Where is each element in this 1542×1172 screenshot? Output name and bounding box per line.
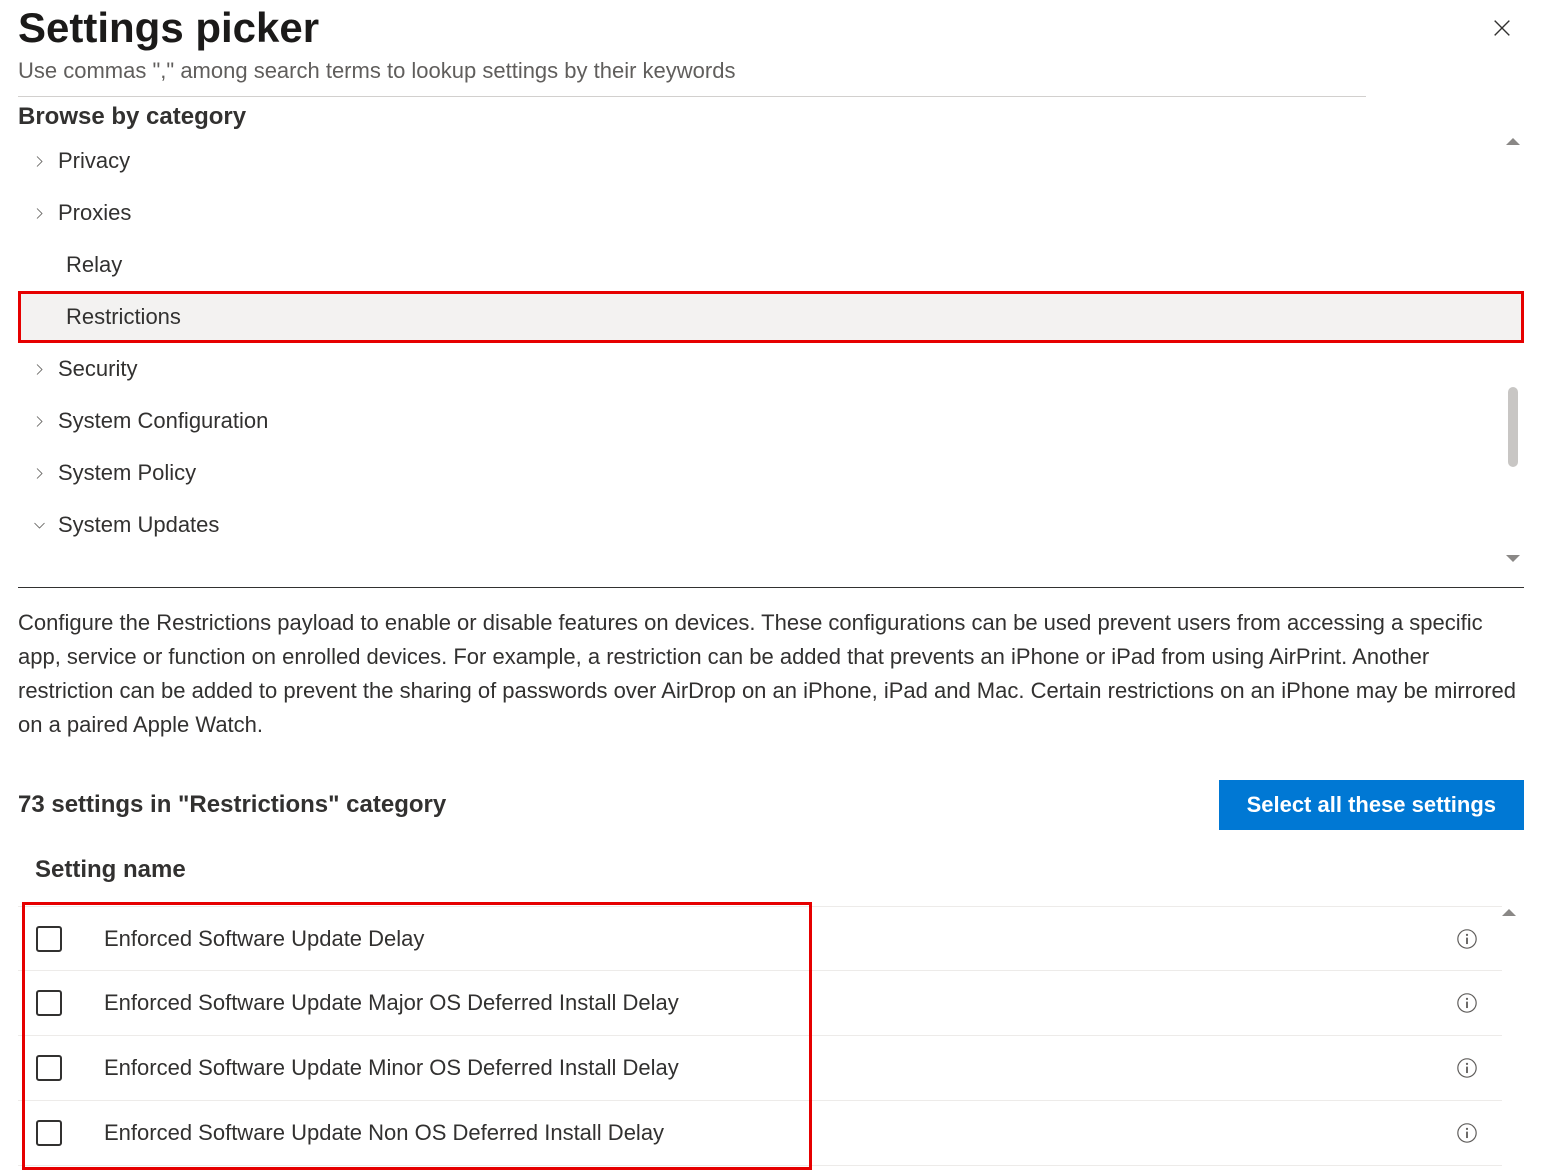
setting-checkbox[interactable] — [36, 1055, 62, 1081]
scroll-thumb[interactable] — [1508, 387, 1518, 467]
category-label: System Policy — [54, 460, 196, 486]
close-icon — [1491, 17, 1513, 39]
chevron-right-icon — [24, 154, 54, 169]
category-item-security[interactable]: Security — [18, 343, 1524, 395]
chevron-down-icon — [24, 518, 54, 533]
category-label: System Updates — [54, 512, 219, 538]
chevron-right-icon — [24, 466, 54, 481]
settings-action-bar: 73 settings in "Restrictions" category S… — [18, 780, 1524, 830]
category-description: Configure the Restrictions payload to en… — [18, 606, 1524, 742]
scroll-up-icon[interactable] — [1506, 138, 1520, 145]
category-item-system-configuration[interactable]: System Configuration — [18, 395, 1524, 447]
category-item-relay[interactable]: Relay — [18, 239, 1524, 291]
setting-name-column-header[interactable]: Setting name — [18, 856, 1524, 884]
chevron-right-icon — [24, 362, 54, 377]
setting-name-label: Enforced Software Update Delay — [104, 926, 424, 952]
select-all-button[interactable]: Select all these settings — [1219, 780, 1524, 830]
setting-name-label: Enforced Software Update Non OS Deferred… — [104, 1120, 664, 1146]
scroll-up-icon[interactable] — [1502, 909, 1516, 916]
setting-checkbox[interactable] — [36, 926, 62, 952]
chevron-right-icon — [24, 414, 54, 429]
page-title: Settings picker — [18, 4, 1524, 52]
category-label: Restrictions — [62, 304, 181, 330]
info-icon[interactable] — [1456, 992, 1478, 1014]
panel-header: Settings picker Use commas "," among sea… — [18, 0, 1524, 84]
section-divider — [18, 587, 1524, 588]
info-icon[interactable] — [1456, 1057, 1478, 1079]
setting-row[interactable]: Enforced Software Update Delay — [18, 906, 1502, 971]
header-divider — [18, 96, 1366, 97]
category-item-system-updates[interactable]: System Updates — [18, 499, 1524, 551]
settings-list: Enforced Software Update Delay Enforced S… — [18, 906, 1524, 1166]
category-label: System Configuration — [54, 408, 268, 434]
category-item-restrictions[interactable]: Restrictions — [18, 291, 1524, 343]
close-button[interactable] — [1484, 10, 1520, 46]
scroll-down-icon[interactable] — [1506, 555, 1520, 562]
category-tree: Privacy Proxies Relay Restrictions Security S… — [18, 135, 1524, 565]
category-scrollbar[interactable] — [1502, 135, 1524, 565]
chevron-right-icon — [24, 206, 54, 221]
category-item-system-policy[interactable]: System Policy — [18, 447, 1524, 499]
page-subtitle: Use commas "," among search terms to loo… — [18, 58, 1524, 84]
setting-checkbox[interactable] — [36, 1120, 62, 1146]
setting-row[interactable]: Enforced Software Update Minor OS Deferr… — [18, 1036, 1502, 1101]
setting-row[interactable]: Enforced Software Update Non OS Deferred… — [18, 1101, 1502, 1166]
settings-count-label: 73 settings in "Restrictions" category — [18, 791, 446, 819]
category-label: Proxies — [54, 200, 131, 226]
category-label: Privacy — [54, 148, 130, 174]
info-icon[interactable] — [1456, 1122, 1478, 1144]
info-icon[interactable] — [1456, 928, 1478, 950]
category-item-proxies[interactable]: Proxies — [18, 187, 1524, 239]
setting-checkbox[interactable] — [36, 990, 62, 1016]
setting-name-label: Enforced Software Update Major OS Deferr… — [104, 990, 679, 1016]
settings-scrollbar[interactable] — [1502, 906, 1524, 1166]
browse-by-category-label: Browse by category — [18, 103, 1524, 131]
category-item-privacy[interactable]: Privacy — [18, 135, 1524, 187]
category-label: Security — [54, 356, 137, 382]
setting-name-label: Enforced Software Update Minor OS Deferr… — [104, 1055, 679, 1081]
settings-picker-panel: Settings picker Use commas "," among sea… — [0, 0, 1542, 1166]
category-label: Relay — [62, 252, 122, 278]
setting-row[interactable]: Enforced Software Update Major OS Deferr… — [18, 971, 1502, 1036]
